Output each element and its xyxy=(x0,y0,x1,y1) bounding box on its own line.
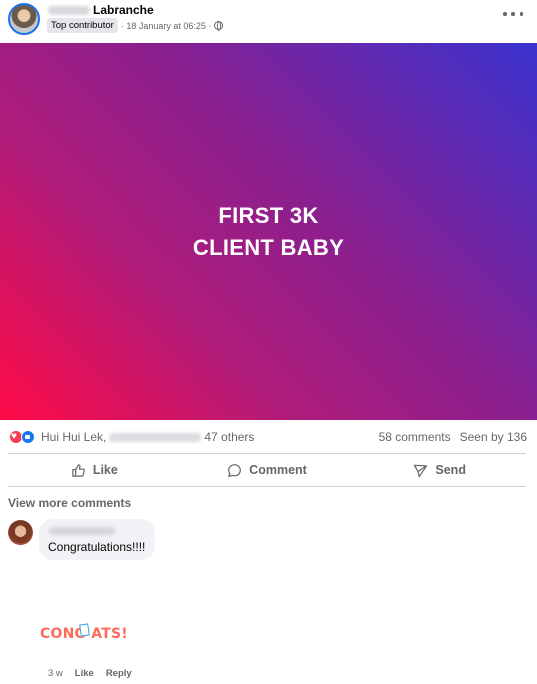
reactors-summary[interactable]: Hui Hui Lek, 47 others xyxy=(41,430,254,444)
comment-text: Congratulations!!!! xyxy=(48,540,146,554)
reactor-first-name: Hui Hui Lek, xyxy=(41,430,107,444)
post-action-bar: Like Comment Send xyxy=(8,453,526,487)
reactions-bar: Hui Hui Lek, 47 others 58 comments Seen … xyxy=(0,424,537,450)
more-options-button[interactable] xyxy=(503,8,523,20)
comment-like-button[interactable]: Like xyxy=(75,668,94,679)
dot-icon xyxy=(511,12,515,16)
blurred-first-name xyxy=(48,5,90,15)
commenter-avatar[interactable] xyxy=(8,520,33,545)
blurred-commenter-name[interactable] xyxy=(49,527,115,535)
comments-count[interactable]: 58 comments xyxy=(379,430,451,444)
comment-footer: 3 w Like Reply xyxy=(48,668,132,679)
reactor-others-count: 47 others xyxy=(204,430,255,444)
post-meta: Top contributor · 18 January at 06:25 · xyxy=(47,18,224,33)
like-reaction-icon xyxy=(21,430,35,444)
blurred-reactor-names xyxy=(109,432,202,442)
send-button-label: Send xyxy=(435,463,466,477)
comment-button-label: Comment xyxy=(249,463,307,477)
author-name[interactable]: Labranche xyxy=(48,3,154,17)
card-icon xyxy=(79,623,90,637)
comment-bubble-icon xyxy=(228,463,242,477)
comment-age[interactable]: 3 w xyxy=(48,668,63,679)
send-button[interactable]: Send xyxy=(353,454,526,486)
reaction-icons[interactable] xyxy=(9,430,37,444)
author-last-name: Labranche xyxy=(93,3,154,17)
comment-reply-button[interactable]: Reply xyxy=(106,668,132,679)
post-stats: 58 comments Seen by 136 xyxy=(379,430,527,444)
top-contributor-badge[interactable]: Top contributor xyxy=(47,18,118,33)
dot-icon xyxy=(519,12,523,16)
globe-icon xyxy=(214,21,224,31)
thumbs-up-icon xyxy=(72,463,85,477)
banner-line-1: FIRST 3K xyxy=(218,202,319,228)
seen-by-count[interactable]: Seen by 136 xyxy=(460,430,527,444)
like-button[interactable]: Like xyxy=(8,454,181,486)
post-timestamp[interactable]: · 18 January at 06:25 · xyxy=(121,21,212,31)
congrats-sticker: CONG ATS! xyxy=(40,623,130,649)
comment-button[interactable]: Comment xyxy=(181,454,354,486)
send-icon xyxy=(414,464,428,477)
post-header: Labranche Top contributor · 18 January a… xyxy=(0,0,537,42)
like-button-label: Like xyxy=(92,463,118,477)
view-more-comments-link[interactable]: View more comments xyxy=(8,496,131,510)
dot-icon xyxy=(503,12,507,16)
comment-bubble: Congratulations!!!! xyxy=(39,519,155,560)
banner-line-2: CLIENT BABY xyxy=(192,234,345,260)
author-avatar[interactable] xyxy=(8,3,40,35)
post-banner[interactable]: FIRST 3K CLIENT BABY xyxy=(0,43,537,420)
